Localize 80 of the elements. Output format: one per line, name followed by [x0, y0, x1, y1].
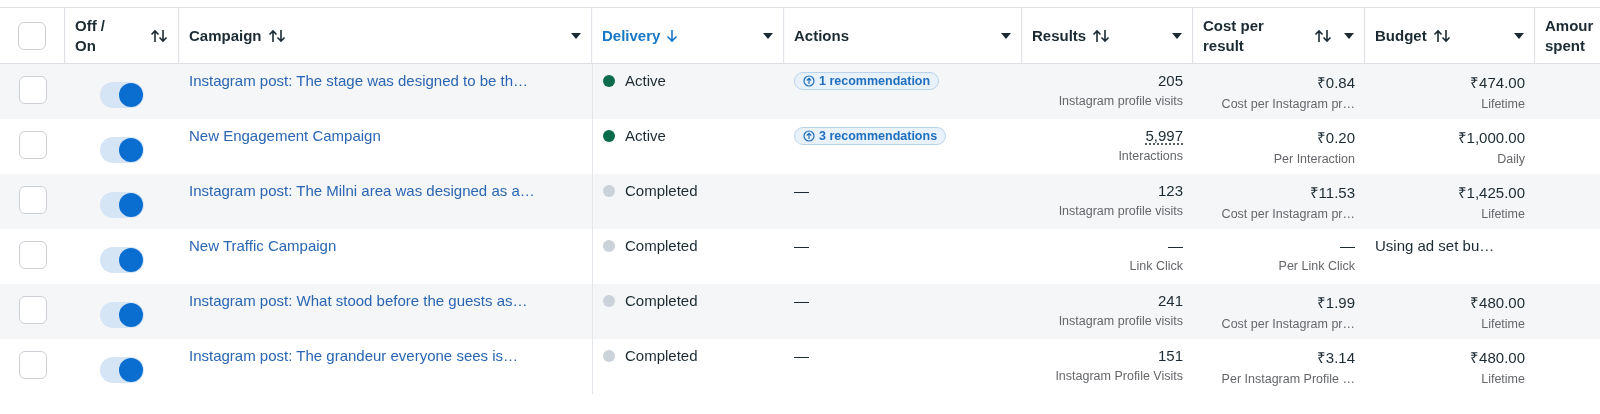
toggle-switch[interactable]: [100, 357, 144, 383]
row-checkbox[interactable]: [18, 296, 47, 324]
results-value: —: [1168, 237, 1183, 254]
result-type: Interactions: [1118, 149, 1183, 163]
results-value: 205: [1157, 72, 1183, 89]
sort-icon[interactable]: [1092, 28, 1111, 43]
toggle-switch[interactable]: [100, 302, 144, 328]
budget-type: Lifetime: [1481, 317, 1525, 331]
delivery-status: Active: [625, 127, 666, 144]
arrow-up-circle-icon: [803, 75, 815, 87]
results-value: 151: [1157, 347, 1183, 364]
empty-value: —: [794, 292, 809, 309]
caret-icon[interactable]: [1001, 32, 1011, 39]
sort-down-icon[interactable]: [666, 28, 679, 43]
delivery-status: Completed: [625, 182, 698, 199]
caret-icon[interactable]: [1172, 32, 1182, 39]
cost-type: Per Interaction: [1273, 152, 1355, 166]
row-checkbox[interactable]: [18, 131, 47, 159]
row-checkbox[interactable]: [18, 76, 47, 104]
campaign-link[interactable]: Instagram post: The stage was designed to be th…: [189, 72, 529, 89]
budget-note: Using ad set bu…: [1375, 237, 1495, 254]
campaign-link[interactable]: New Traffic Campaign: [189, 237, 337, 254]
campaign-link[interactable]: Instagram post: The grandeur everyone sees is…: [189, 347, 519, 364]
sort-icon[interactable]: [267, 28, 286, 43]
budget-value: ₹480.00: [1470, 293, 1525, 312]
toggle-switch[interactable]: [100, 247, 144, 273]
results-value: 5,997: [1145, 127, 1183, 144]
caret-icon[interactable]: [1514, 32, 1524, 39]
cost-type: Cost per Instagram pr…: [1221, 207, 1355, 221]
arrow-up-circle-icon: [803, 130, 815, 142]
caret-icon[interactable]: [763, 32, 773, 39]
results-value: 123: [1157, 182, 1183, 199]
cost-value: ₹0.20: [1316, 128, 1355, 147]
result-type: Instagram profile visits: [1058, 314, 1183, 328]
delivery-status: Completed: [625, 237, 698, 254]
delivery-status: Active: [625, 72, 666, 89]
cost-type: Per Link Click: [1278, 259, 1355, 273]
campaign-link[interactable]: Instagram post: What stood before the guests as…: [189, 292, 528, 309]
result-type: Instagram Profile Visits: [1055, 369, 1183, 383]
budget-type: Lifetime: [1481, 207, 1525, 221]
cost-value: ₹3.14: [1316, 348, 1355, 367]
budget-value: ₹1,000.00: [1457, 128, 1525, 147]
cost-value: ₹0.84: [1316, 73, 1355, 92]
row-checkbox[interactable]: [18, 351, 47, 379]
result-type: Instagram profile visits: [1058, 204, 1183, 218]
budget-value: ₹1,425.00: [1457, 183, 1525, 202]
budget-type: Lifetime: [1481, 372, 1525, 386]
delivery-status: Completed: [625, 292, 698, 309]
cost-value: ₹1.99: [1316, 293, 1355, 312]
campaign-link[interactable]: New Engagement Campaign: [189, 127, 381, 144]
recommendation-badge[interactable]: 3 recommendations: [794, 127, 947, 145]
delivery-status: Completed: [625, 347, 698, 364]
empty-value: —: [794, 237, 809, 254]
budget-type: Lifetime: [1481, 97, 1525, 111]
toggle-switch[interactable]: [100, 137, 144, 163]
row-checkbox[interactable]: [18, 186, 47, 214]
budget-value: ₹480.00: [1470, 348, 1525, 367]
caret-icon[interactable]: [571, 32, 581, 39]
empty-value: —: [794, 347, 809, 364]
result-type: Instagram profile visits: [1058, 94, 1183, 108]
caret-icon[interactable]: [1344, 32, 1354, 39]
results-value: 241: [1157, 292, 1183, 309]
toggle-switch[interactable]: [100, 82, 144, 108]
budget-type: Daily: [1497, 152, 1525, 166]
cost-value: ₹11.53: [1309, 183, 1355, 202]
cost-value: —: [1340, 237, 1355, 254]
recommendation-badge[interactable]: 1 recommendation: [794, 72, 940, 90]
budget-value: ₹474.00: [1470, 73, 1525, 92]
sort-icon[interactable]: [150, 28, 168, 43]
row-checkbox[interactable]: [18, 241, 47, 269]
sort-icon[interactable]: [1314, 28, 1332, 43]
cost-type: Cost per Instagram pr…: [1221, 317, 1355, 331]
select-all-checkbox[interactable]: [18, 21, 46, 50]
cost-type: Per Instagram Profile …: [1221, 372, 1355, 386]
empty-value: —: [794, 182, 809, 199]
toggle-switch[interactable]: [100, 192, 144, 218]
result-type: Link Click: [1129, 259, 1183, 273]
campaign-link[interactable]: Instagram post: The Milni area was designed as a…: [189, 182, 535, 199]
sort-icon[interactable]: [1432, 28, 1451, 43]
cost-type: Cost per Instagram pr…: [1221, 97, 1355, 111]
